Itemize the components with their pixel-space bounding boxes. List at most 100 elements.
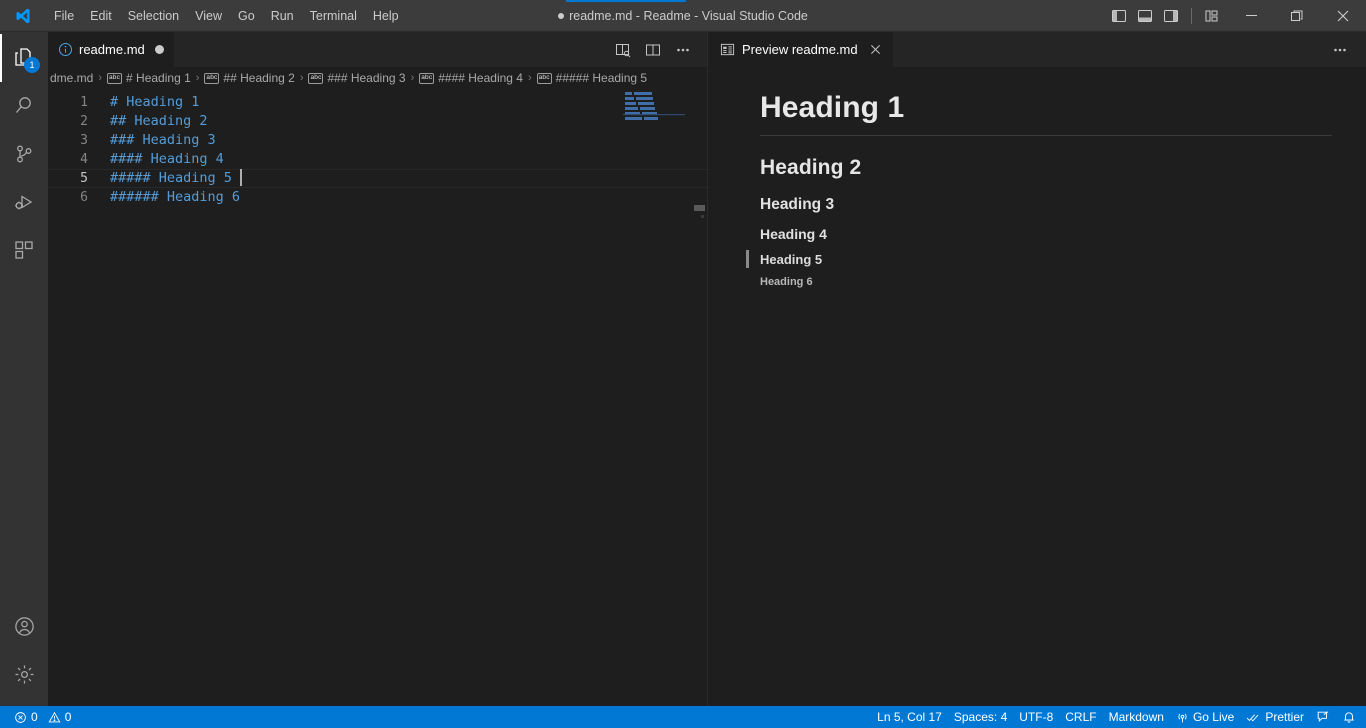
line-number: 5 <box>80 171 88 186</box>
close-icon[interactable] <box>867 41 885 59</box>
status-notifications[interactable] <box>1336 706 1362 728</box>
code-line[interactable]: ###### Heading 6 <box>110 188 707 207</box>
code-line[interactable]: ## Heading 2 <box>110 112 707 131</box>
preview-heading-1: Heading 1 <box>760 89 1332 136</box>
menu-edit[interactable]: Edit <box>82 4 120 28</box>
maximize-button[interactable] <box>1274 0 1320 32</box>
editor-area: readme.md dme.md › abc # Heading 1 › abc… <box>48 32 1366 706</box>
breadcrumb-item-file[interactable]: dme.md <box>48 71 95 85</box>
workbench-main: 1 readme.md dme.md › abc # Heading 1 › a… <box>0 32 1366 706</box>
error-count: 0 <box>31 710 38 724</box>
preview-tab-bar: Preview readme.md <box>708 32 1366 67</box>
code-editor[interactable]: 1 2 3 4 5 6 # Heading 1 ## Heading 2 ###… <box>48 89 707 706</box>
breadcrumb-item-heading-5[interactable]: abc ##### Heading 5 <box>535 71 649 85</box>
status-bar-left: 0 0 <box>0 706 77 728</box>
status-cursor-position[interactable]: Ln 5, Col 17 <box>871 706 948 728</box>
breadcrumb-separator-icon: › <box>195 72 200 84</box>
code-line-text: # Heading 1 <box>110 94 200 110</box>
code-line-active[interactable]: ##### Heading 5 <box>48 169 707 188</box>
editor-tab-dirty-icon[interactable] <box>154 45 164 54</box>
menu-view[interactable]: View <box>187 4 230 28</box>
unsaved-indicator-icon <box>558 12 565 19</box>
code-line-text: ##### Heading 5 <box>110 170 241 186</box>
activity-bar-bottom <box>0 602 48 706</box>
symbol-string-icon: abc <box>204 72 220 84</box>
editor-vertical-scrollbar[interactable] <box>693 89 707 706</box>
breadcrumb-separator-icon: › <box>299 72 304 84</box>
text-cursor <box>240 169 243 186</box>
title-bar-right-controls <box>1107 0 1366 32</box>
editor-tab-label: readme.md <box>79 42 145 57</box>
activity-bar-top: 1 <box>0 32 48 274</box>
editor-tab-bar: readme.md <box>48 32 707 67</box>
status-language-mode[interactable]: Markdown <box>1103 706 1170 728</box>
code-line-text: ### Heading 3 <box>110 132 216 148</box>
warning-count: 0 <box>64 710 72 724</box>
status-go-live-label: Go Live <box>1192 710 1235 724</box>
feedback-icon <box>1316 710 1330 724</box>
status-prettier-label: Prettier <box>1265 710 1304 724</box>
status-prettier[interactable]: Prettier <box>1240 706 1310 728</box>
breadcrumb-label: dme.md <box>50 71 94 85</box>
toggle-primary-sidebar-button[interactable] <box>1107 4 1131 28</box>
breadcrumb-separator-icon: › <box>98 72 103 84</box>
broadcast-icon <box>1176 711 1189 724</box>
sidebar-item-source-control[interactable] <box>0 130 48 178</box>
code-line-text: #### Heading 4 <box>110 151 224 167</box>
open-preview-to-the-side-button[interactable] <box>609 36 637 64</box>
status-encoding[interactable]: UTF-8 <box>1013 706 1059 728</box>
customize-layout-button[interactable] <box>1200 4 1224 28</box>
status-go-live[interactable]: Go Live <box>1170 706 1240 728</box>
close-button[interactable] <box>1320 0 1366 32</box>
status-eol[interactable]: CRLF <box>1059 706 1102 728</box>
menu-go[interactable]: Go <box>230 4 263 28</box>
preview-tab[interactable]: Preview readme.md <box>708 32 893 67</box>
toggle-panel-button[interactable] <box>1133 4 1157 28</box>
minimap[interactable] <box>623 89 693 706</box>
breadcrumb-item-heading-1[interactable]: abc # Heading 1 <box>105 71 193 85</box>
sidebar-item-explorer[interactable]: 1 <box>0 34 48 82</box>
menu-terminal[interactable]: Terminal <box>302 4 365 28</box>
line-number: 3 <box>80 133 88 148</box>
editor-tab-readme[interactable]: readme.md <box>48 32 175 67</box>
toggle-secondary-sidebar-button[interactable] <box>1159 4 1183 28</box>
code-line[interactable]: ### Heading 3 <box>110 131 707 150</box>
explorer-badge: 1 <box>24 57 40 73</box>
title-bar: File Edit Selection View Go Run Terminal… <box>0 0 1366 32</box>
check-all-icon <box>1246 711 1261 724</box>
scrollbar-thumb[interactable] <box>694 205 705 211</box>
activity-bar: 1 <box>0 32 48 706</box>
window-focus-accent <box>566 0 686 2</box>
status-feedback[interactable] <box>1310 706 1336 728</box>
manage-settings-button[interactable] <box>0 650 48 698</box>
split-editor-button[interactable] <box>639 36 667 64</box>
status-indentation[interactable]: Spaces: 4 <box>948 706 1013 728</box>
menu-selection[interactable]: Selection <box>120 4 187 28</box>
warning-icon <box>48 711 61 724</box>
window-title-text: readme.md - Readme - Visual Studio Code <box>569 8 808 23</box>
code-line[interactable]: # Heading 1 <box>110 93 707 112</box>
preview-heading-2: Heading 2 <box>760 155 862 179</box>
accounts-button[interactable] <box>0 602 48 650</box>
sidebar-item-extensions[interactable] <box>0 226 48 274</box>
menu-file[interactable]: File <box>46 4 82 28</box>
status-bar: 0 0 Ln 5, Col 17 Spaces: 4 UTF-8 CRLF Ma… <box>0 706 1366 728</box>
breadcrumb-item-heading-4[interactable]: abc #### Heading 4 <box>417 71 525 85</box>
preview-more-actions-button[interactable] <box>1326 36 1354 64</box>
breadcrumb-item-heading-2[interactable]: abc ## Heading 2 <box>202 71 296 85</box>
more-actions-button[interactable] <box>669 36 697 64</box>
preview-heading-3: Heading 3 <box>760 195 835 213</box>
sidebar-item-run-debug[interactable] <box>0 178 48 226</box>
status-problems[interactable]: 0 0 <box>8 706 77 728</box>
sidebar-item-search[interactable] <box>0 82 48 130</box>
breadcrumb-label: ## Heading 2 <box>223 71 295 85</box>
menu-run[interactable]: Run <box>263 4 302 28</box>
code-line[interactable]: #### Heading 4 <box>110 150 707 169</box>
breadcrumb-item-heading-3[interactable]: abc ### Heading 3 <box>306 71 407 85</box>
menu-help[interactable]: Help <box>365 4 407 28</box>
minimize-button[interactable] <box>1228 0 1274 32</box>
line-number: 1 <box>80 95 88 110</box>
code-lines[interactable]: # Heading 1 ## Heading 2 ### Heading 3 #… <box>48 89 707 706</box>
markdown-preview-body[interactable]: Heading 1 Heading 2 Heading 3 Heading 4 … <box>708 67 1366 706</box>
layout-controls <box>1107 4 1228 28</box>
